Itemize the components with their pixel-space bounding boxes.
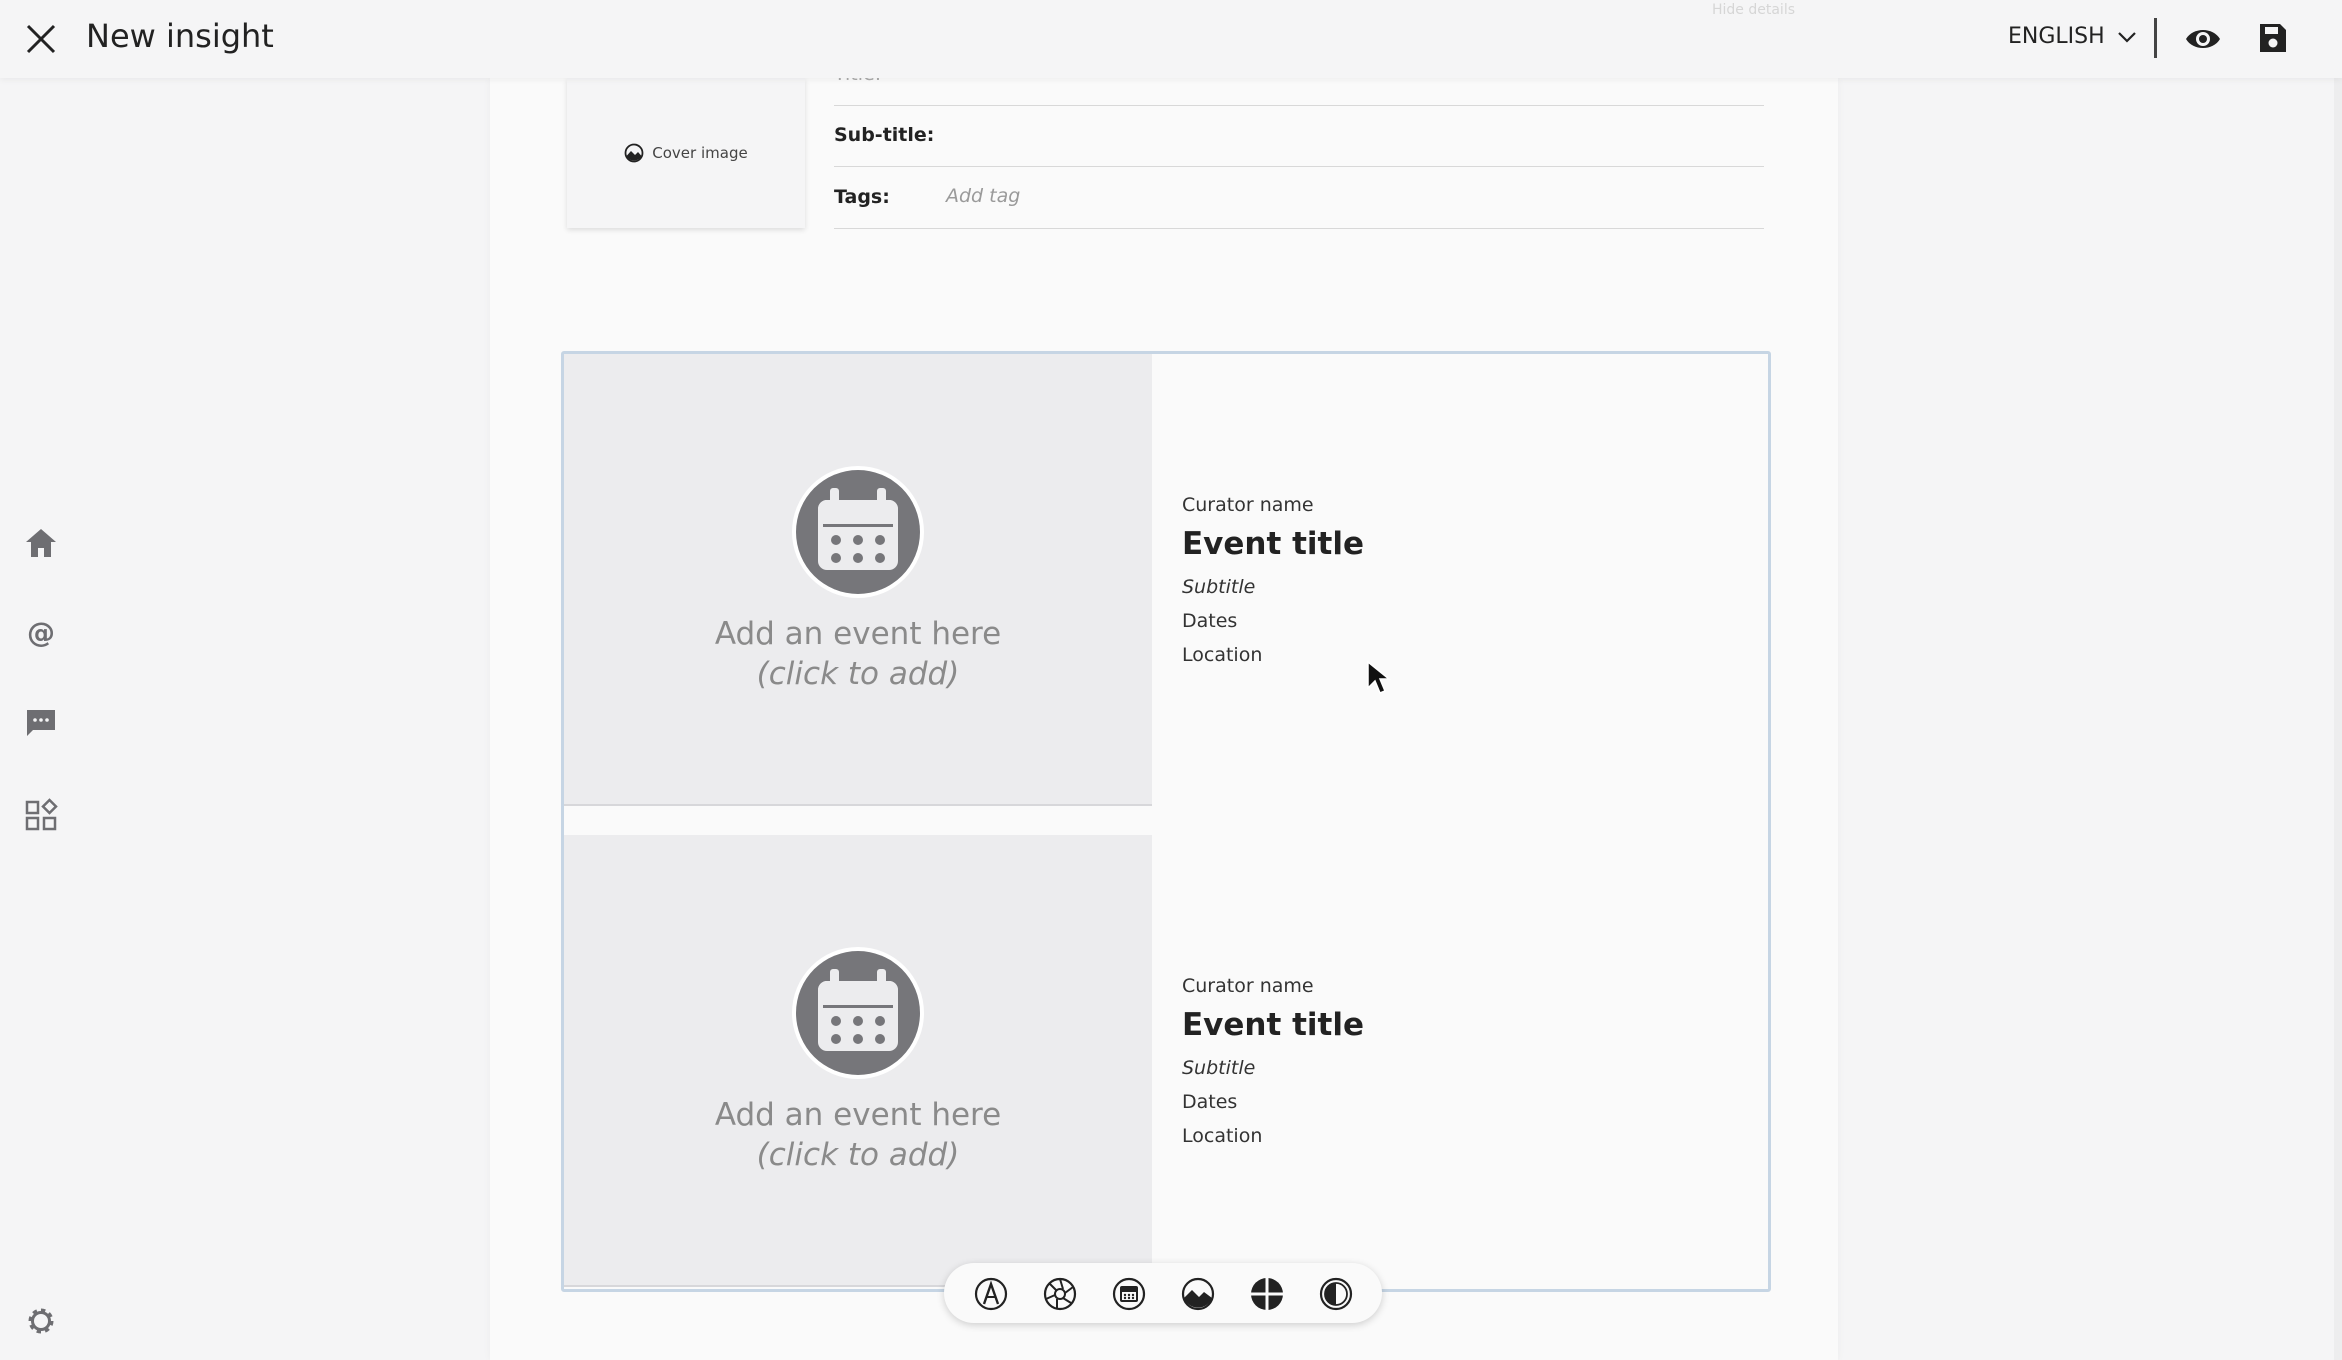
mouse-cursor-icon [1367,660,1392,694]
svg-text:@: @ [27,616,55,649]
toolbar-divider [2154,18,2157,58]
contrast-tool-icon[interactable] [1319,1277,1353,1311]
add-event-placeholder[interactable]: Add an event here (click to add) [564,835,1152,1287]
image-tool-icon[interactable] [1181,1277,1215,1311]
event-location: Location [1182,644,1263,666]
event-dates: Dates [1182,1091,1238,1113]
chevron-down-icon [2117,31,2136,43]
event-title: Event title [1182,1007,1365,1043]
click-to-add-hint: (click to add) [756,1137,960,1173]
add-event-text: Add an event here [714,616,1002,652]
settings-icon[interactable] [24,1304,58,1338]
preview-eye-icon[interactable] [2184,24,2222,54]
cover-image-label: Cover image [652,144,748,162]
event-card[interactable]: Add an event here (click to add) Curator… [564,835,1768,1287]
image-icon [624,143,644,163]
close-icon[interactable] [22,20,60,58]
event-dates: Dates [1182,610,1238,632]
calendar-icon [792,947,924,1079]
scrollbar[interactable] [2334,0,2342,1360]
events-block[interactable]: Add an event here (click to add) Curator… [561,351,1771,1292]
page-title: New insight [86,17,274,55]
insert-toolbar [944,1263,1382,1323]
event-title: Event title [1182,526,1365,562]
language-label: ENGLISH [2008,24,2105,49]
calendar-icon [792,466,924,598]
add-tag-input[interactable]: Add tag [946,185,1020,207]
aperture-tool-icon[interactable] [1043,1277,1077,1311]
home-icon[interactable] [24,526,58,560]
add-event-placeholder[interactable]: Add an event here (click to add) [564,354,1152,806]
curator-name: Curator name [1182,494,1314,516]
click-to-add-hint: (click to add) [756,656,960,692]
event-subtitle: Subtitle [1182,576,1256,598]
tags-field[interactable]: Tags: Add tag [834,182,1764,229]
event-subtitle: Subtitle [1182,1057,1256,1079]
text-tool-icon[interactable] [974,1277,1008,1311]
top-bar: New insight Hide details ENGLISH [0,0,2342,78]
language-selector[interactable]: ENGLISH [2008,24,2137,49]
mention-icon[interactable]: @ [24,616,58,650]
tags-label: Tags: [834,186,890,208]
curator-name: Curator name [1182,975,1314,997]
subtitle-field[interactable]: Sub-title: [834,120,1764,167]
subtitle-label: Sub-title: [834,124,935,146]
event-card[interactable]: Add an event here (click to add) Curator… [564,354,1768,806]
cover-image-button[interactable]: Cover image [567,78,805,228]
widgets-icon[interactable] [24,798,58,832]
save-icon[interactable] [2258,22,2288,54]
chat-icon[interactable] [24,706,58,740]
hide-details-link[interactable]: Hide details [1712,2,1795,18]
event-tool-icon[interactable] [1112,1277,1146,1311]
event-location: Location [1182,1125,1263,1147]
add-event-text: Add an event here [714,1097,1002,1133]
layout-tool-icon[interactable] [1250,1277,1284,1311]
